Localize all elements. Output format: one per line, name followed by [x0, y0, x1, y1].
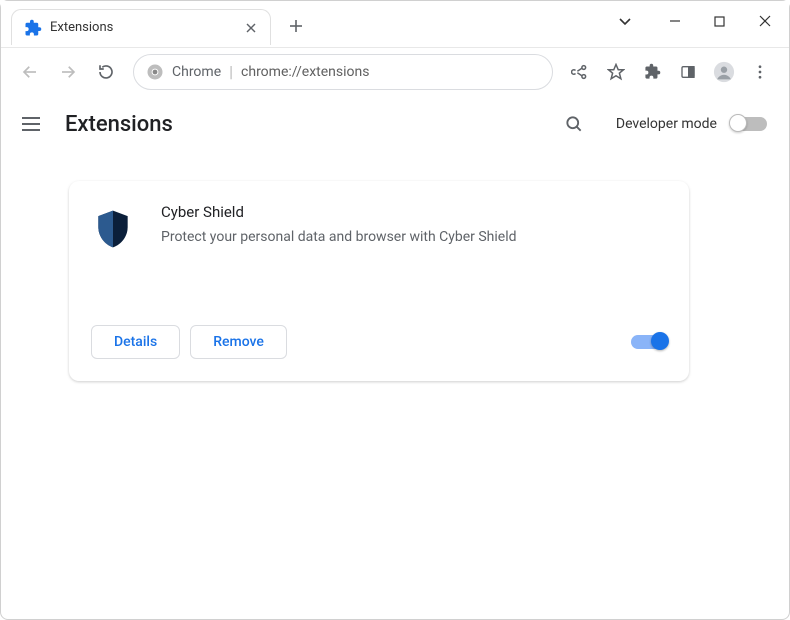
extension-card: Cyber Shield Protect your personal data …: [69, 181, 689, 381]
window-controls: [610, 3, 787, 39]
shield-icon: [91, 207, 139, 255]
bookmark-button[interactable]: [599, 55, 633, 89]
share-button[interactable]: [563, 55, 597, 89]
extension-enable-toggle[interactable]: [631, 335, 667, 349]
omnibox-separator: |: [229, 62, 233, 81]
search-icon[interactable]: [562, 112, 586, 136]
details-button[interactable]: Details: [91, 325, 180, 359]
back-button[interactable]: [13, 55, 47, 89]
minimize-button[interactable]: [652, 3, 697, 39]
new-tab-button[interactable]: [281, 11, 311, 41]
omnibox-source-label: Chrome: [172, 64, 221, 80]
menu-hamburger-button[interactable]: [19, 112, 43, 136]
toolbar: Chrome | chrome://extensions: [1, 47, 789, 95]
extension-name: Cyber Shield: [161, 203, 667, 221]
sidepanel-button[interactable]: [671, 55, 705, 89]
profile-button[interactable]: [707, 55, 741, 89]
forward-button[interactable]: [51, 55, 85, 89]
omnibox-url: chrome://extensions: [241, 64, 369, 80]
extension-description: Protect your personal data and browser w…: [161, 227, 667, 248]
tab-title: Extensions: [50, 20, 234, 35]
developer-mode-toggle[interactable]: [731, 117, 767, 131]
extensions-header: Extensions Developer mode: [1, 95, 789, 153]
address-bar[interactable]: Chrome | chrome://extensions: [133, 54, 553, 90]
maximize-button[interactable]: [697, 3, 742, 39]
close-tab-button[interactable]: [242, 19, 260, 37]
close-window-button[interactable]: [742, 3, 787, 39]
reload-button[interactable]: [89, 55, 123, 89]
titlebar: Extensions: [1, 1, 789, 47]
page-title: Extensions: [65, 112, 173, 137]
extensions-content: Cyber Shield Protect your personal data …: [1, 153, 789, 409]
developer-mode-label: Developer mode: [616, 116, 717, 132]
menu-button[interactable]: [743, 55, 777, 89]
browser-tab[interactable]: Extensions: [11, 9, 271, 45]
extensions-button[interactable]: [635, 55, 669, 89]
chrome-logo-icon: [146, 63, 164, 81]
tab-search-button[interactable]: [610, 3, 640, 39]
remove-button[interactable]: Remove: [190, 325, 287, 359]
puzzle-icon: [24, 19, 42, 37]
